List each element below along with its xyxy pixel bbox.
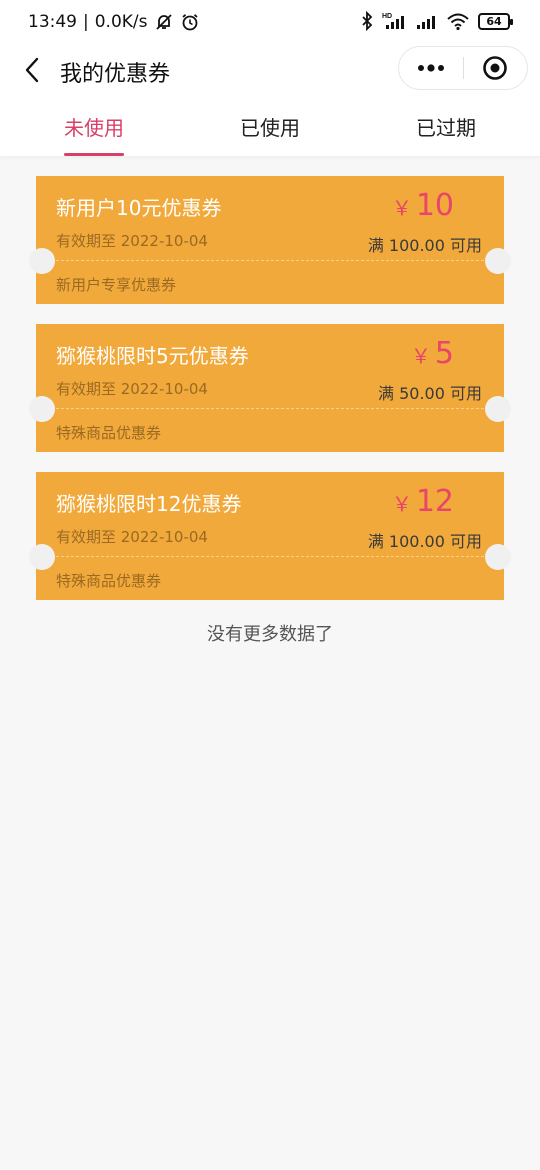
mini-program-capsule	[398, 46, 528, 90]
coupon-notch-left	[29, 544, 55, 570]
battery-icon: 64	[478, 12, 513, 30]
coupon-card[interactable]: 猕猴桃限时5元优惠券 有效期至 2022-10-04 ￥ 5 满 50.00 可…	[29, 324, 511, 452]
currency-symbol: ￥	[391, 492, 412, 516]
coupon-card[interactable]: 猕猴桃限时12优惠券 有效期至 2022-10-04 ￥ 12 满 100.00…	[29, 472, 511, 600]
coupon-valid-date: 有效期至 2022-10-04	[56, 380, 208, 398]
tab-used[interactable]: 已使用	[201, 96, 338, 156]
chevron-left-icon	[22, 56, 42, 84]
coupon-notch-right	[485, 248, 511, 274]
back-button[interactable]	[16, 54, 48, 86]
wifi-icon	[446, 11, 470, 31]
status-bar: 13:49 | 0.0K/s HD 64	[0, 0, 540, 44]
coupon-amount: ￥ 10	[392, 188, 454, 223]
coupon-notch-left	[29, 396, 55, 422]
status-left: 13:49 | 0.0K/s	[28, 12, 200, 32]
coupon-title: 猕猴桃限时5元优惠券	[56, 344, 249, 368]
coupon-divider	[56, 260, 484, 261]
network-speed: 0.0K/s	[94, 12, 148, 32]
coupon-type: 特殊商品优惠券	[56, 424, 162, 442]
coupon-title: 猕猴桃限时12优惠券	[56, 492, 242, 516]
coupon-value: 5	[434, 336, 454, 371]
battery-level: 64	[486, 14, 502, 28]
close-button[interactable]	[464, 47, 528, 89]
mute-bell-icon	[154, 12, 174, 32]
coupon-valid-date: 有效期至 2022-10-04	[56, 232, 208, 250]
bluetooth-icon	[360, 11, 374, 31]
coupon-card[interactable]: 新用户10元优惠券 有效期至 2022-10-04 ￥ 10 满 100.00 …	[29, 176, 511, 304]
coupon-divider	[56, 408, 484, 409]
target-close-icon	[482, 55, 508, 81]
nav-bar: 我的优惠券	[0, 44, 540, 96]
coupon-notch-right	[485, 544, 511, 570]
coupon-divider	[56, 556, 484, 557]
coupon-amount: ￥ 12	[392, 484, 454, 519]
coupon-value: 12	[415, 484, 454, 519]
coupon-tabs: 未使用 已使用 已过期	[0, 96, 540, 156]
coupon-title: 新用户10元优惠券	[56, 196, 222, 220]
coupon-value: 10	[415, 188, 454, 223]
coupon-notch-right	[485, 396, 511, 422]
signal-icon	[416, 11, 438, 31]
page-title: 我的优惠券	[60, 62, 171, 87]
coupon-notch-left	[29, 248, 55, 274]
coupon-amount: ￥ 5	[411, 336, 454, 371]
alarm-icon	[180, 12, 200, 32]
currency-symbol: ￥	[410, 344, 431, 368]
signal-hd-icon: HD	[382, 11, 408, 31]
coupon-list: 新用户10元优惠券 有效期至 2022-10-04 ￥ 10 满 100.00 …	[0, 156, 540, 646]
coupon-condition: 满 100.00 可用	[367, 532, 482, 551]
coupon-type: 新用户专享优惠券	[56, 276, 177, 294]
coupon-valid-date: 有效期至 2022-10-04	[56, 528, 208, 546]
svg-text:HD: HD	[382, 13, 392, 20]
more-button[interactable]	[399, 47, 463, 89]
more-dots-icon	[417, 64, 445, 72]
currency-symbol: ￥	[391, 196, 412, 220]
status-separator: |	[83, 12, 89, 32]
coupon-type: 特殊商品优惠券	[56, 572, 162, 590]
coupon-condition: 满 100.00 可用	[367, 236, 482, 255]
status-time: 13:49	[28, 12, 77, 32]
tab-expired[interactable]: 已过期	[339, 96, 540, 156]
no-more-data-text: 没有更多数据了	[207, 624, 333, 645]
status-right: HD 64	[360, 11, 513, 31]
tab-unused[interactable]: 未使用	[0, 96, 201, 156]
top-area: 13:49 | 0.0K/s HD 64 我的优惠券 未使用 已使用 已过期	[0, 0, 540, 156]
coupon-condition: 满 50.00 可用	[378, 384, 482, 403]
